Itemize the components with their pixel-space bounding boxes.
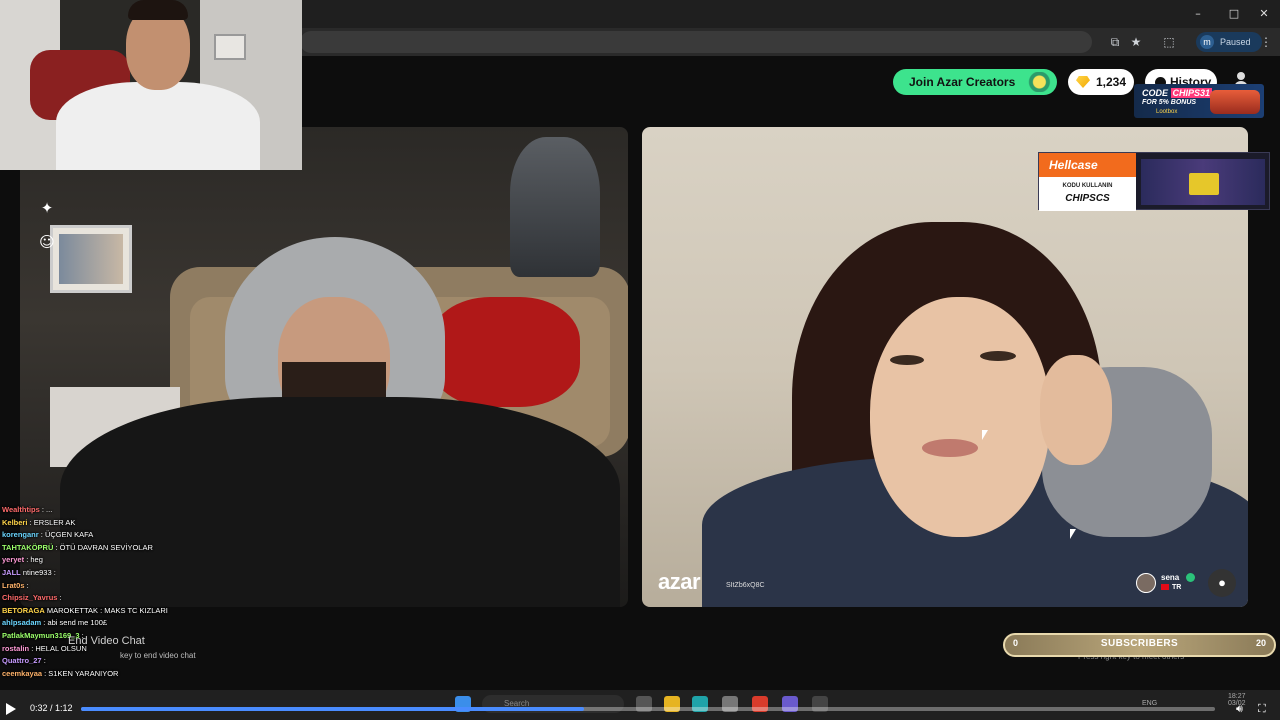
hellcase-ad: Hellcase KODU KULLANIN CHIPSCS: [1038, 152, 1270, 211]
hellcase-code: CHIPSCS: [1065, 193, 1110, 204]
language-indicator[interactable]: ENG: [1142, 700, 1157, 707]
maximize-icon[interactable]: □: [1226, 6, 1242, 22]
clock-time: 18:27: [1228, 693, 1246, 700]
seek-progress: [81, 707, 585, 711]
lootbox-brand: Lootbox: [1156, 109, 1178, 115]
effects-wand-icon[interactable]: ✦: [34, 195, 60, 221]
screen: – □ ✕ ⧉ ★ ⬚ m Paused ⋮ Join Azar Creator…: [0, 0, 1280, 720]
chat-text: : ERSLER AK: [29, 517, 76, 527]
chat-message: ahlpsadam : abi send me 100£: [0, 617, 196, 630]
creators-badge-icon: [1019, 72, 1053, 92]
minimize-icon[interactable]: –: [1190, 6, 1206, 22]
profile-button[interactable]: m Paused: [1196, 32, 1262, 52]
address-bar[interactable]: [300, 31, 1092, 53]
chat-message: TAHTAKÖPRÜ : ÖTÜ DAVRAN SEVİYOLAR: [0, 542, 196, 555]
chat-text: :: [43, 656, 46, 666]
chat-username: Wealthtips: [2, 505, 40, 514]
chat-bubble-icon[interactable]: ●: [1208, 569, 1236, 597]
chat-username: BETORAGA: [2, 605, 45, 615]
wall-photo: [50, 225, 132, 293]
hellcase-brand: Hellcase: [1039, 153, 1136, 177]
chat-username: rostalin: [2, 643, 30, 653]
coins-button[interactable]: 1,234: [1068, 69, 1134, 95]
mouse-cursor: [1070, 529, 1076, 539]
chat-username: Lrat0s: [2, 580, 25, 590]
lootbox-bonus: FOR 5% BONUS: [1142, 99, 1197, 106]
chat-username: yeryet: [2, 555, 25, 565]
extensions-icon[interactable]: ⬚: [1160, 33, 1178, 51]
partner-info[interactable]: sena TR: [1136, 569, 1200, 597]
chat-text: MAROKETTAK : MAKS TC KIZLARI: [46, 605, 168, 615]
join-creators-button[interactable]: Join Azar Creators: [893, 69, 1057, 95]
close-icon[interactable]: ✕: [1256, 6, 1272, 22]
lootbox-car-image: [1210, 90, 1260, 114]
chat-username: Chipsiz_Yavrus: [2, 593, 58, 603]
partner-name: sena: [1161, 573, 1180, 582]
face-filter-icon[interactable]: ☺: [34, 229, 60, 255]
chat-text: : abi send me 100£: [43, 618, 108, 628]
profile-avatar: m: [1200, 35, 1214, 49]
chat-username: Kelberi: [2, 517, 28, 527]
chat-text: : ÜÇGEN KAFA: [40, 530, 94, 540]
chat-username: TAHTAKÖPRÜ: [2, 542, 54, 552]
volume-icon[interactable]: 🔊︎: [1236, 702, 1243, 716]
cast-icon[interactable]: ⧉: [1106, 33, 1124, 51]
timecode: 0:32 / 1:12: [30, 703, 73, 713]
chat-text: :: [26, 580, 29, 590]
chat-message: Kelberi : ERSLER AK: [0, 517, 196, 530]
verified-icon: [1186, 573, 1195, 582]
end-video-chat-label[interactable]: End Video Chat: [68, 635, 145, 647]
chat-username: ahlpsadam: [2, 618, 42, 628]
chat-message: yeryet : heg: [0, 554, 196, 567]
coins-count: 1,234: [1096, 75, 1127, 89]
end-chat-hint: key to end video chat: [120, 651, 196, 660]
chat-message: korenganr : ÜÇGEN KAFA: [0, 529, 196, 542]
subscribers-target: 20: [1255, 638, 1266, 648]
chat-text: ntine933 :: [22, 567, 56, 577]
hellcase-box-image: [1189, 173, 1219, 195]
seek-bar[interactable]: [81, 707, 1215, 711]
chat-username: korenganr: [2, 530, 39, 540]
chat-text: :: [59, 593, 62, 603]
streamer-webcam: [0, 0, 302, 170]
chat-message: Chipsiz_Yavrus :: [0, 592, 196, 605]
chat-username: Quattro_27: [2, 656, 42, 666]
lootbox-ad: CODE CHIPS31 FOR 5% BONUS Lootbox: [1134, 84, 1264, 118]
stream-chat: Wealthtips : ... Kelberi : ERSLER AK koren…: [0, 504, 196, 678]
menu-icon[interactable]: ⋮: [1257, 33, 1275, 51]
chat-text: : ...: [41, 505, 53, 514]
play-icon[interactable]: [6, 703, 16, 715]
chat-text: : ÖTÜ DAVRAN SEVİYOLAR: [55, 542, 153, 552]
star-icon[interactable]: ★: [1127, 33, 1145, 51]
statue: [510, 137, 600, 277]
subscribers-label: SUBSCRIBERS: [1100, 638, 1179, 649]
chat-message: Wealthtips : ...: [0, 504, 196, 517]
lootbox-code: CHIPS31: [1170, 88, 1213, 98]
azar-logo: azar: [658, 569, 701, 594]
video-tools: ✦ ☺: [34, 195, 60, 263]
join-creators-label: Join Azar Creators: [909, 75, 1016, 89]
fullscreen-icon[interactable]: ⛶: [1258, 702, 1266, 716]
partner-country: TR: [1161, 584, 1181, 591]
mouse-cursor: [982, 430, 988, 440]
profile-status: Paused: [1220, 37, 1251, 47]
chat-username: JALL: [2, 567, 21, 577]
chat-text: : S1KEN YARANIYOR: [44, 668, 119, 678]
chat-text: : heg: [26, 555, 43, 565]
chat-message: JALL ntine933 :: [0, 567, 196, 580]
subscribers-goal: 0 SUBSCRIBERS 20: [1003, 633, 1276, 657]
gem-icon: [1076, 76, 1090, 88]
chat-message: ceemkayaa : S1KEN YARANIYOR: [0, 668, 196, 681]
chat-message: BETORAGA MAROKETTAK : MAKS TC KIZLARI: [0, 605, 196, 618]
lootbox-code-label: CODE: [1142, 88, 1169, 98]
hellcase-use-text: KODU KULLANIN: [1062, 183, 1113, 189]
chat-message: Lrat0s :: [0, 580, 196, 593]
chat-username: ceemkayaa: [2, 668, 43, 678]
partner-avatar: [1136, 573, 1156, 593]
session-id: SItZb6xQ8C: [726, 582, 765, 589]
